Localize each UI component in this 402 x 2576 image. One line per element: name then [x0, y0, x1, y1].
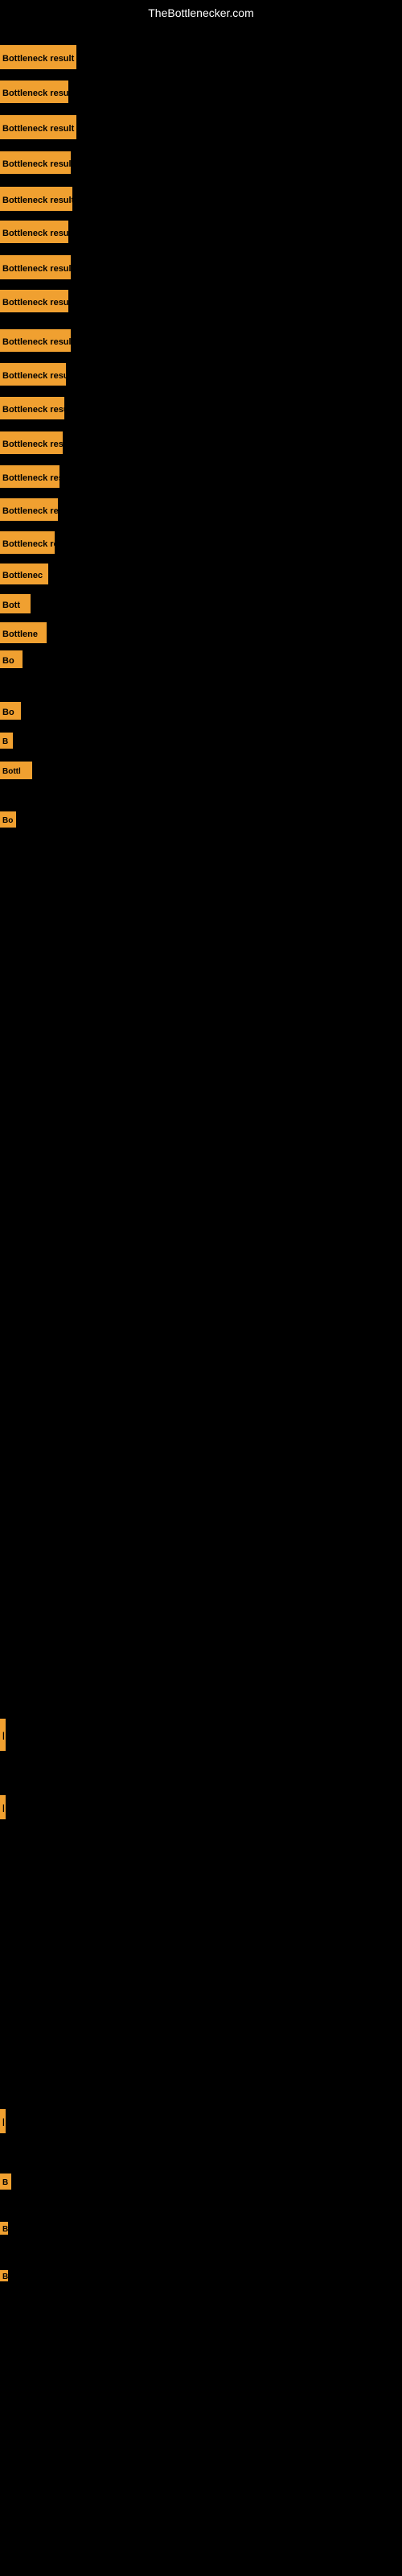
- bottleneck-badge-4: Bottleneck result: [0, 187, 72, 211]
- bottleneck-badge-23: |: [0, 1719, 6, 1751]
- bottleneck-badge-15: Bottlenec: [0, 564, 48, 584]
- bottleneck-badge-3: Bottleneck result: [0, 151, 71, 174]
- bottleneck-badge-26: B: [0, 2174, 11, 2190]
- bottleneck-badge-9: Bottleneck resu: [0, 363, 66, 386]
- bottleneck-badge-10: Bottleneck resu: [0, 397, 64, 419]
- bottleneck-badge-22: Bo: [0, 811, 16, 828]
- bottleneck-badge-24: |: [0, 1795, 6, 1819]
- bottleneck-badge-20: B: [0, 733, 13, 749]
- bottleneck-badge-14: Bottleneck re: [0, 531, 55, 554]
- bottleneck-badge-17: Bottlene: [0, 622, 47, 643]
- site-title: TheBottlenecker.com: [148, 6, 254, 19]
- bottleneck-badge-19: Bo: [0, 702, 21, 720]
- bottleneck-badge-21: Bottl: [0, 762, 32, 779]
- bottleneck-badge-25: |: [0, 2109, 6, 2133]
- bottleneck-badge-11: Bottleneck resu: [0, 431, 63, 454]
- bottleneck-badge-1: Bottleneck result: [0, 80, 68, 103]
- bottleneck-badge-16: Bott: [0, 594, 31, 613]
- bottleneck-badge-12: Bottleneck res: [0, 465, 59, 488]
- bottleneck-badge-2: Bottleneck result: [0, 115, 76, 139]
- bottleneck-badge-13: Bottleneck res: [0, 498, 58, 521]
- bottleneck-badge-18: Bo: [0, 650, 23, 668]
- bottleneck-badge-7: Bottleneck result: [0, 290, 68, 312]
- bottleneck-badge-6: Bottleneck result: [0, 255, 71, 279]
- bottleneck-badge-5: Bottleneck result: [0, 221, 68, 243]
- bottleneck-badge-8: Bottleneck result: [0, 329, 71, 352]
- bottleneck-badge-27: B: [0, 2222, 8, 2235]
- bottleneck-badge-28: B: [0, 2270, 8, 2281]
- bottleneck-badge-0: Bottleneck result: [0, 45, 76, 69]
